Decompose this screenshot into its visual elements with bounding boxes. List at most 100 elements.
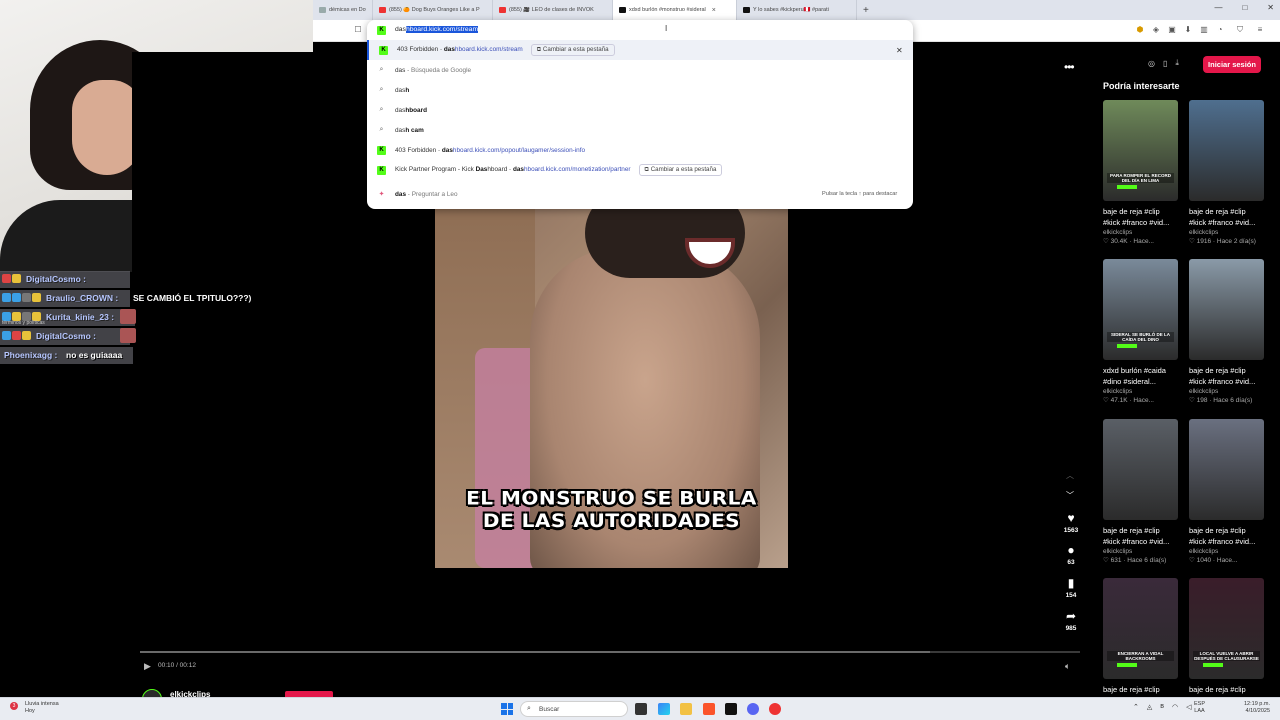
video-thumbnail[interactable]: ENCIERRAN A VIDAL BACKROOMS bbox=[1103, 578, 1178, 679]
video-card[interactable]: ENCIERRAN A VIDAL BACKROOMS baje de reja … bbox=[1103, 578, 1178, 695]
address-input[interactable]: dashboard.kick.com/stream bbox=[395, 26, 479, 33]
minimize-icon[interactable]: — bbox=[1214, 3, 1222, 12]
video-thumbnail[interactable]: PARA ROMPER EL RECORD DEL DÍA EN LIMA bbox=[1103, 100, 1178, 201]
brave-browser-icon[interactable] bbox=[703, 703, 715, 715]
video-thumbnail[interactable] bbox=[1189, 259, 1264, 360]
video-thumbnail[interactable] bbox=[1189, 100, 1264, 201]
card-title[interactable]: baje de reja #clip bbox=[1189, 684, 1264, 695]
card-title[interactable]: baje de reja #clip #kick #franco #vid... bbox=[1103, 206, 1178, 228]
volume-icon[interactable]: ◁ bbox=[1186, 703, 1191, 711]
discord-app-icon[interactable] bbox=[747, 703, 759, 715]
brave-shield-icon[interactable]: ⛉ bbox=[1235, 25, 1245, 35]
video-thumbnail[interactable] bbox=[1103, 419, 1178, 520]
remove-suggestion-icon[interactable]: ✕ bbox=[896, 46, 903, 55]
play-icon[interactable]: ▶ bbox=[144, 661, 151, 672]
browser-tab[interactable]: xdxd burlón #monstruo #sideral × bbox=[613, 0, 737, 20]
comment-action[interactable]: ● 63 bbox=[1060, 544, 1082, 566]
browser-tab[interactable]: (855) 🎥 LEO de clases de INVOK bbox=[493, 0, 613, 20]
video-thumbnail[interactable]: LOCAL VUELVE A ABRIR DESPUÉS DE CLAUSURA… bbox=[1189, 578, 1264, 679]
card-title[interactable]: xdxd burlón #caida #dino #sideral... bbox=[1103, 365, 1178, 387]
chat-username[interactable]: Kurita_kinie_23 : bbox=[46, 312, 114, 322]
switch-tab-button[interactable]: ⧉ Cambiar a esta pestaña bbox=[530, 44, 615, 56]
volume-icon[interactable]: 🔈︎ bbox=[1065, 661, 1070, 672]
browser-tab[interactable]: Y lo sabes #kickperu🇵🇪 #parati bbox=[737, 0, 857, 20]
card-title[interactable]: baje de reja #clip bbox=[1103, 684, 1178, 695]
terminal-app-icon[interactable] bbox=[635, 703, 647, 715]
badge-icon bbox=[12, 293, 21, 302]
omnibox-suggestion[interactable]: K 403 Forbidden - dashboard.kick.com/stre… bbox=[367, 40, 913, 60]
browser-tab[interactable]: (855) 🍊 Dog Buys Oranges Like a P bbox=[373, 0, 493, 20]
omnibox-suggestion[interactable]: ⌕ das - Búsqueda de Google bbox=[367, 60, 913, 80]
card-title[interactable]: baje de reja #clip #kick #franco #vid... bbox=[1189, 365, 1264, 387]
input-language[interactable]: ESP LAA bbox=[1194, 701, 1205, 715]
browser-tab[interactable]: démicas en Dota 2 bbox=[313, 0, 373, 20]
card-title[interactable]: baje de reja #clip #kick #franco #vid... bbox=[1189, 525, 1264, 547]
card-title[interactable]: baje de reja #clip #kick #franco #vid... bbox=[1189, 206, 1264, 228]
clock[interactable]: 12:19 p.m. 4/10/2025 bbox=[1234, 701, 1270, 715]
omnibox-suggestion[interactable]: ⌕ dashboard bbox=[367, 100, 913, 120]
file-explorer-icon[interactable] bbox=[680, 703, 692, 715]
chat-username[interactable]: Braulio_CROWN : bbox=[46, 293, 118, 303]
chat-username[interactable]: DigitalCosmo : bbox=[26, 274, 86, 284]
menu-icon[interactable]: ≡ bbox=[1255, 25, 1265, 35]
like-action[interactable]: ♥ 1563 bbox=[1060, 512, 1082, 534]
switch-tab-button[interactable]: ⧉ Cambiar a esta pestaña bbox=[638, 164, 723, 176]
card-channel[interactable]: elkickclips bbox=[1103, 229, 1178, 236]
mobile-icon[interactable]: ▯ bbox=[1163, 59, 1167, 68]
video-card[interactable]: baje de reja #clip #kick #franco #vid...… bbox=[1103, 419, 1178, 564]
omnibox-suggestion[interactable]: ⌕ dash cam bbox=[367, 120, 913, 140]
video-card[interactable]: baje de reja #clip #kick #franco #vid...… bbox=[1189, 419, 1264, 564]
bluetooth-icon[interactable]: ʙ bbox=[1160, 703, 1164, 711]
download-icon[interactable]: ⬇ bbox=[1183, 25, 1193, 35]
chat-username[interactable]: DigitalCosmo : bbox=[36, 331, 96, 341]
download-icon[interactable]: ⤓ bbox=[1175, 58, 1179, 68]
chevron-up-icon[interactable]: ⌃ bbox=[1133, 703, 1139, 711]
omnibox-suggestion[interactable]: ⌕ dash bbox=[367, 80, 913, 100]
share-action[interactable]: ➦ 985 bbox=[1060, 610, 1082, 632]
address-bar[interactable]: K dashboard.kick.com/stream I bbox=[367, 20, 913, 40]
next-video-icon[interactable]: ﹀ bbox=[1066, 490, 1074, 501]
wallet-icon[interactable]: ▣ bbox=[1167, 25, 1177, 35]
video-card[interactable]: baje de reja #clip #kick #franco #vid...… bbox=[1189, 100, 1264, 245]
video-thumbnail[interactable]: SIDERAL SE BURLÓ DE LA CAÍDA DEL DINO bbox=[1103, 259, 1178, 360]
windows-start-icon[interactable] bbox=[501, 703, 513, 715]
extension-icon[interactable]: ◈ bbox=[1151, 25, 1161, 35]
save-action[interactable]: ▮ 154 bbox=[1060, 577, 1082, 599]
previous-video-icon[interactable]: ︿ bbox=[1066, 470, 1074, 481]
card-channel[interactable]: elkickclips bbox=[1189, 229, 1264, 236]
close-window-icon[interactable]: ✕ bbox=[1267, 3, 1274, 12]
video-thumbnail[interactable] bbox=[1189, 419, 1264, 520]
video-card[interactable]: baje de reja #clip #kick #franco #vid...… bbox=[1189, 259, 1264, 404]
new-tab-button[interactable]: + bbox=[863, 5, 869, 16]
video-card[interactable]: LOCAL VUELVE A ABRIR DESPUÉS DE CLAUSURA… bbox=[1189, 578, 1264, 695]
omnibox-suggestion[interactable]: K Kick Partner Program - Kick Dashboard -… bbox=[367, 160, 913, 180]
video-progress-bar[interactable] bbox=[140, 651, 1080, 653]
profile-icon[interactable]: ◔ bbox=[1215, 25, 1225, 35]
chat-username[interactable]: Phoenixagg : bbox=[4, 350, 57, 360]
sidebar-icon[interactable]: ▥ bbox=[1199, 25, 1209, 35]
video-card[interactable]: PARA ROMPER EL RECORD DEL DÍA EN LIMA baj… bbox=[1103, 100, 1178, 245]
card-title[interactable]: baje de reja #clip #kick #franco #vid... bbox=[1103, 525, 1178, 547]
card-channel[interactable]: elkickclips bbox=[1103, 388, 1178, 395]
close-tab-icon[interactable]: × bbox=[712, 7, 716, 14]
card-channel[interactable]: elkickclips bbox=[1103, 548, 1178, 555]
bookmark-icon[interactable]: ☐ bbox=[353, 25, 363, 35]
settings-icon[interactable]: ◎ bbox=[1148, 59, 1155, 68]
taskbar-search[interactable]: ⌕ Buscar bbox=[520, 701, 628, 717]
network-icon[interactable]: ◬ bbox=[1147, 703, 1152, 711]
weather-widget[interactable]: 3 Lluvia intensa Hoy bbox=[10, 701, 59, 715]
card-channel[interactable]: elkickclips bbox=[1189, 548, 1264, 555]
card-channel[interactable]: elkickclips bbox=[1189, 388, 1264, 395]
maximize-icon[interactable]: □ bbox=[1242, 3, 1247, 12]
shield-icon[interactable]: ⬢ bbox=[1135, 25, 1145, 35]
login-button[interactable]: Iniciar sesión bbox=[1203, 56, 1261, 73]
chat-subtext: términos y políticas bbox=[2, 320, 45, 326]
copilot-app-icon[interactable] bbox=[658, 703, 670, 715]
video-card[interactable]: SIDERAL SE BURLÓ DE LA CAÍDA DEL DINO xdx… bbox=[1103, 259, 1178, 404]
video-frame[interactable]: EL MONSTRUO SE BURLA DE LAS AUTORIDADES bbox=[435, 208, 788, 568]
omnibox-suggestion[interactable]: K 403 Forbidden - dashboard.kick.com/popo… bbox=[367, 140, 913, 160]
more-options-icon[interactable]: ••• bbox=[1064, 60, 1075, 74]
x-app-icon[interactable] bbox=[725, 703, 737, 715]
wifi-icon[interactable]: ◠ bbox=[1172, 703, 1178, 711]
app-icon[interactable] bbox=[769, 703, 781, 715]
